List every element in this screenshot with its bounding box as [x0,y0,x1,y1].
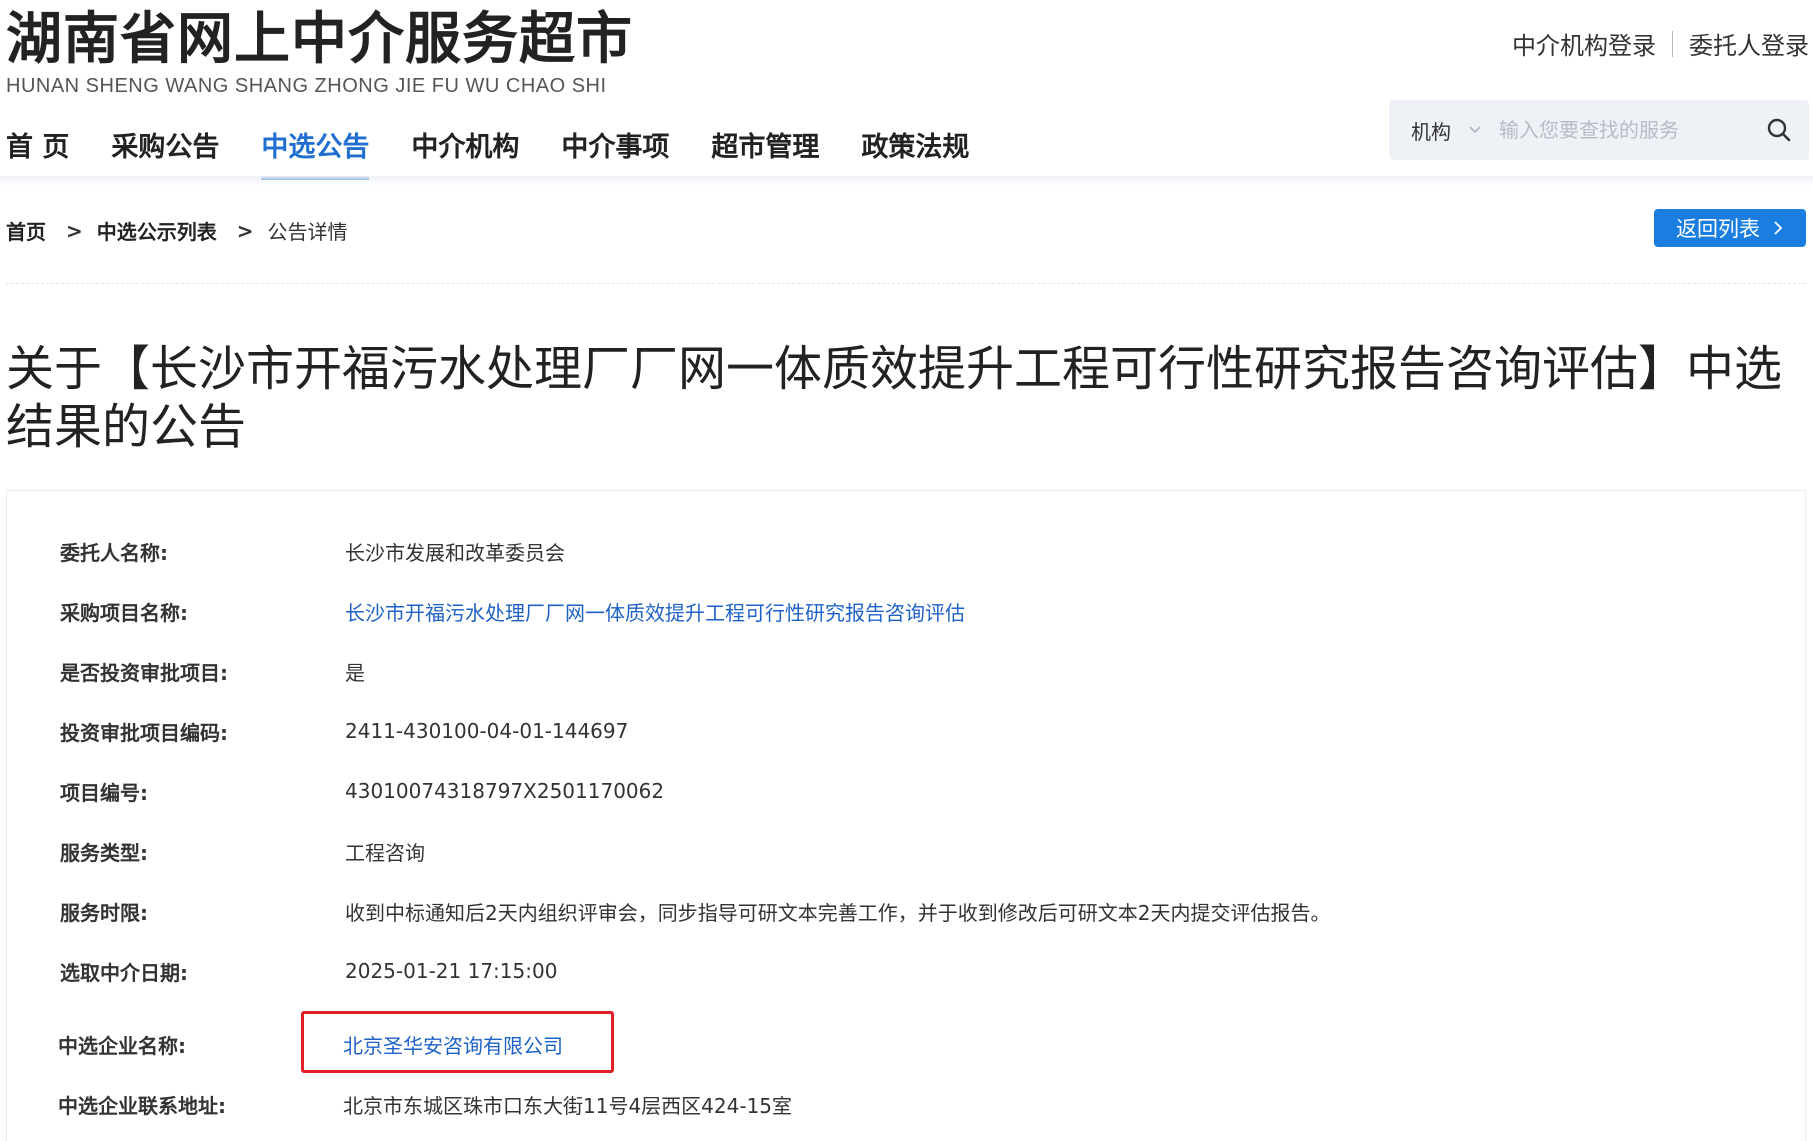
detail-label: 项目编号: [60,780,148,805]
detail-row-service-type: 服务类型: 工程咨询 [60,831,425,871]
nav-item-management[interactable]: 超市管理 [711,128,819,180]
detail-label: 选取中介日期: [60,960,188,985]
service-deadline-value: 收到中标通知后2天内组织评审会，同步指导可研文本完善工作，并于收到修改后可研文本… [345,900,1331,925]
header-shadow [0,176,1813,186]
approval-code-value: 2411-430100-04-01-144697 [345,719,629,743]
client-name-value: 长沙市发展和改革委员会 [345,540,565,565]
project-name-link[interactable]: 长沙市开福污水处理厂厂网一体质效提升工程可行性研究报告咨询评估 [345,597,965,626]
breadcrumb-separator: > [66,218,83,243]
breadcrumb-separator: > [236,218,254,243]
breadcrumb-list[interactable]: 中选公示列表 [97,216,217,245]
nav-item-agencies[interactable]: 中介机构 [411,128,519,180]
chevron-down-icon [1469,126,1481,134]
company-address-value: 北京市东城区珠市口东大街11号4层西区424-15室 [343,1093,793,1118]
detail-row-investment-approval: 是否投资审批项目: 是 [60,651,365,691]
client-login-link[interactable]: 委托人登录 [1689,26,1809,61]
detail-row-selected-company: 中选企业名称: 北京圣华安咨询有限公司 [58,1024,563,1064]
nav-item-home[interactable]: 首 页 [6,128,69,180]
nav-item-matters[interactable]: 中介事项 [561,128,669,180]
breadcrumb: 首页 > 中选公示列表 > 公告详情 [6,216,348,245]
project-number-value: 43010074318797X2501170062 [345,779,665,803]
search-box: 机构 [1389,100,1809,160]
page-title: 关于【长沙市开福污水处理厂厂网一体质效提升工程可行性研究报告咨询评估】中选结果的… [6,341,1783,455]
agency-login-link[interactable]: 中介机构登录 [1512,26,1656,61]
detail-row-project-number: 项目编号: 43010074318797X2501170062 [60,771,664,811]
detail-label: 服务时限: [60,900,148,925]
top-links-divider [1672,30,1673,57]
detail-label: 采购项目名称: [60,600,188,625]
site-title: 湖南省网上中介服务超市 [6,7,633,72]
nav-item-policies[interactable]: 政策法规 [861,128,969,180]
main-nav: 首 页 采购公告 中选公告 中介机构 中介事项 超市管理 政策法规 [6,128,1011,180]
detail-row-project-name: 采购项目名称: 长沙市开福污水处理厂厂网一体质效提升工程可行性研究报告咨询评估 [60,591,965,631]
selected-company-link[interactable]: 北京圣华安咨询有限公司 [343,1030,563,1059]
detail-row-client: 委托人名称: 长沙市发展和改革委员会 [60,531,565,571]
detail-row-approval-code: 投资审批项目编码: 2411-430100-04-01-144697 [60,711,628,751]
search-button[interactable] [1749,100,1809,160]
search-input[interactable] [1491,100,1749,160]
search-category-select[interactable]: 机构 [1389,116,1491,145]
detail-label: 服务类型: [60,840,148,865]
detail-label: 是否投资审批项目: [60,660,228,685]
selection-date-value: 2025-01-21 17:15:00 [345,959,558,983]
back-to-list-label: 返回列表 [1676,217,1760,241]
top-links: 中介机构登录 委托人登录 [1512,26,1809,61]
nav-item-selection-notice[interactable]: 中选公告 [261,128,370,180]
nav-item-procurement[interactable]: 采购公告 [111,128,219,180]
search-icon [1767,118,1791,142]
search-category-label: 机构 [1411,119,1451,144]
breadcrumb-home[interactable]: 首页 [6,216,46,245]
breadcrumb-divider [6,283,1806,284]
back-to-list-button[interactable]: 返回列表 [1654,209,1806,247]
detail-label: 中选企业联系地址: [58,1093,226,1118]
site-subtitle: HUNAN SHENG WANG SHANG ZHONG JIE FU WU C… [6,75,607,97]
service-type-value: 工程咨询 [345,840,425,865]
chevron-right-icon [1774,221,1783,235]
detail-label: 投资审批项目编码: [60,720,228,745]
detail-row-selection-date: 选取中介日期: 2025-01-21 17:15:00 [60,951,557,991]
detail-row-company-address: 中选企业联系地址: 北京市东城区珠市口东大街11号4层西区424-15室 [58,1084,792,1124]
detail-row-service-deadline: 服务时限: 收到中标通知后2天内组织评审会，同步指导可研文本完善工作，并于收到修… [60,891,1330,931]
breadcrumb-current: 公告详情 [267,220,348,244]
detail-label: 中选企业名称: [58,1033,186,1058]
card-edge-mask [0,1003,6,1141]
detail-label: 委托人名称: [60,540,168,565]
investment-approval-value: 是 [345,660,365,685]
